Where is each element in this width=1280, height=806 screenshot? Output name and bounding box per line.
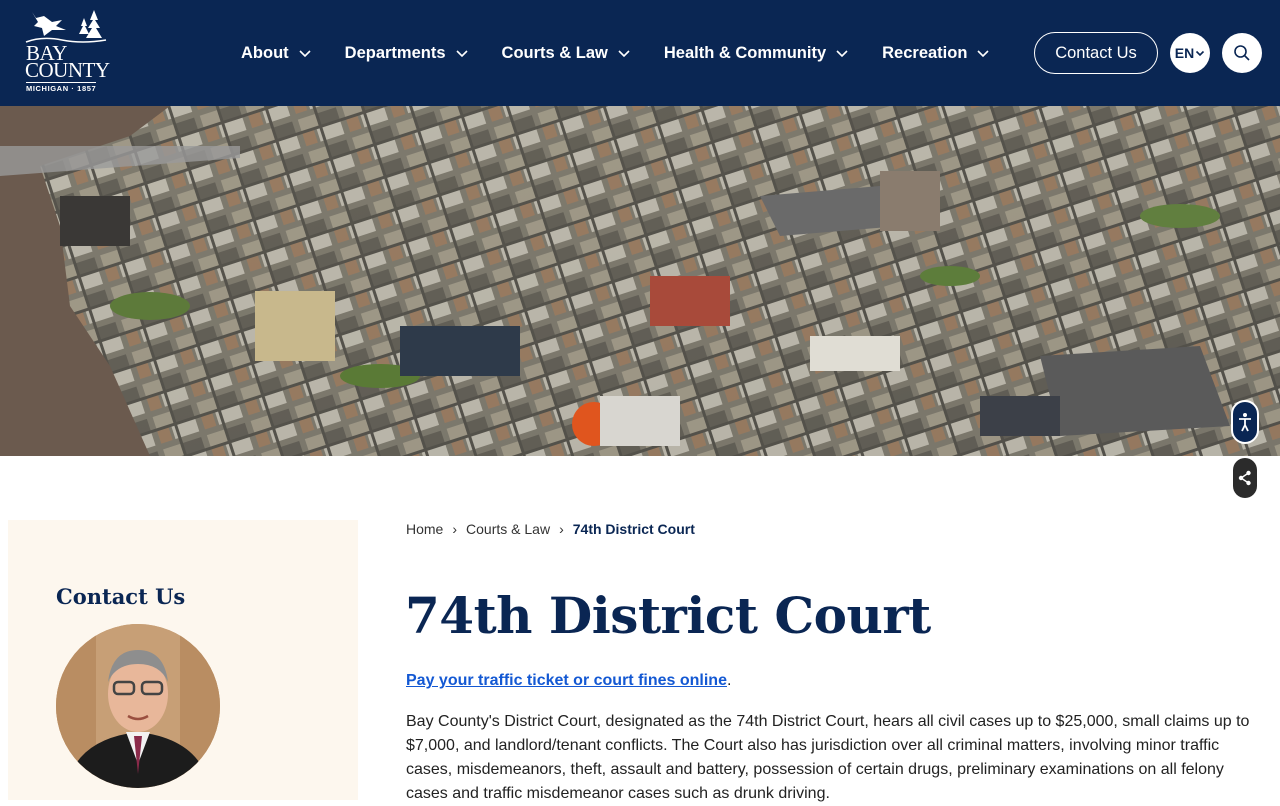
bay-county-logo[interactable]: BAY COUNTY MICHIGAN · 1857 — [22, 8, 112, 94]
chevron-down-icon — [618, 50, 630, 58]
logo-line-county: COUNTY — [25, 58, 110, 82]
chevron-down-icon — [455, 50, 468, 58]
nav-item-recreation[interactable]: Recreation — [882, 42, 990, 64]
hero-aerial-image — [0, 106, 1280, 456]
page-title: 74th District Court — [405, 586, 931, 645]
breadcrumb-home[interactable]: Home — [406, 521, 443, 537]
pay-line-suffix: . — [726, 672, 732, 689]
main-nav: About Departments Courts & Law Health & … — [241, 42, 1023, 64]
logo-line-michigan: MICHIGAN · 1857 — [26, 82, 97, 93]
breadcrumb-separator-icon: › — [452, 521, 458, 537]
language-select[interactable]: EN — [1170, 33, 1210, 73]
nav-label: About — [241, 43, 289, 62]
share-icon — [1238, 470, 1251, 486]
chevron-down-icon — [299, 50, 311, 58]
nav-label: Health & Community — [663, 43, 827, 62]
judge-portrait-image — [56, 624, 220, 788]
contact-sidebar: Contact Us — [8, 520, 358, 800]
search-icon — [1234, 45, 1250, 61]
nav-item-about[interactable]: About — [241, 42, 312, 64]
sidebar-title: Contact Us — [56, 584, 186, 609]
accessibility-button[interactable] — [1231, 400, 1259, 444]
language-label: EN — [1174, 45, 1195, 61]
pay-ticket-link[interactable]: Pay your traffic ticket or court fines o… — [406, 672, 727, 689]
judge-avatar — [56, 624, 220, 788]
aerial-city-illustration — [0, 106, 1280, 456]
chevron-down-icon — [977, 50, 989, 58]
breadcrumb-courts-law[interactable]: Courts & Law — [466, 521, 550, 537]
nav-label: Recreation — [882, 43, 968, 62]
accessibility-icon — [1239, 413, 1251, 432]
search-button[interactable] — [1222, 33, 1262, 73]
court-description: Bay County's District Court, designated … — [406, 713, 1250, 802]
breadcrumb-separator-icon: › — [559, 521, 564, 537]
nav-label: Courts & Law — [501, 43, 608, 62]
nav-item-departments[interactable]: Departments — [345, 42, 469, 64]
chevron-down-icon — [1196, 50, 1205, 57]
contact-us-button[interactable]: Contact Us — [1034, 32, 1158, 74]
pay-online-line: Pay your traffic ticket or court fines o… — [406, 672, 731, 690]
nav-item-health-community[interactable]: Health & Community — [664, 42, 849, 64]
share-button[interactable] — [1233, 458, 1257, 498]
breadcrumb: Home › Courts & Law › 74th District Cour… — [406, 521, 695, 537]
chevron-down-icon — [836, 50, 848, 58]
site-header: BAY COUNTY MICHIGAN · 1857 About Departm… — [0, 0, 1280, 106]
nav-item-courts-law[interactable]: Courts & Law — [502, 42, 631, 64]
breadcrumb-current: 74th District Court — [572, 521, 695, 537]
nav-label: Departments — [344, 43, 446, 62]
